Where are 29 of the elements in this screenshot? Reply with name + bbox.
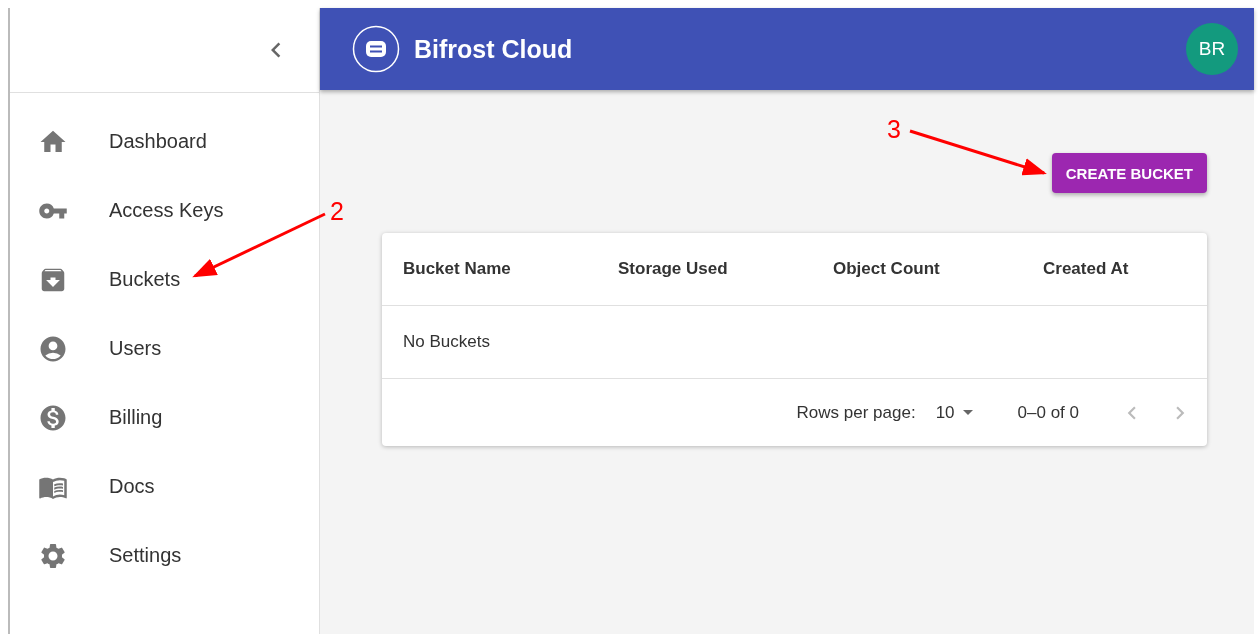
app-title: Bifrost Cloud <box>414 34 574 64</box>
rows-per-page-select[interactable]: 10 <box>935 402 973 423</box>
nav-label: Access Keys <box>109 199 224 222</box>
nav-item[interactable]: Users <box>10 314 319 383</box>
column-header: Created At <box>1043 259 1130 279</box>
empty-message: No Buckets <box>403 332 491 352</box>
nav-label: Billing <box>109 406 163 429</box>
annotation-number: 3 <box>887 117 901 142</box>
nav-item[interactable]: Dashboard <box>10 107 319 176</box>
user-avatar[interactable]: BR <box>1186 23 1238 75</box>
annotation-number: 2 <box>330 199 344 224</box>
rows-per-page-label: Rows per page: <box>796 402 916 423</box>
nav-label: Docs <box>109 475 155 498</box>
create-bucket-button[interactable]: CREATE BUCKET <box>1051 153 1207 193</box>
pagination-range: 0–0 of 0 <box>1017 402 1079 423</box>
nav-item[interactable]: Access Keys <box>10 176 319 245</box>
column-header: Storage Used <box>618 259 729 279</box>
nav-label: Settings <box>109 544 182 567</box>
nav-label: Users <box>109 337 162 360</box>
nav-item[interactable]: Docs <box>10 452 319 521</box>
nav-label: Dashboard <box>109 130 207 153</box>
nav-item[interactable]: Settings <box>10 521 319 590</box>
nav-item[interactable]: Buckets <box>10 245 319 314</box>
logo-icon <box>352 25 400 73</box>
dropdown-caret-icon <box>962 410 973 415</box>
column-header: Object Count <box>833 259 941 279</box>
nav-item[interactable]: Billing <box>10 383 319 452</box>
nav-label: Buckets <box>109 268 181 291</box>
column-header: Bucket Name <box>403 259 512 279</box>
